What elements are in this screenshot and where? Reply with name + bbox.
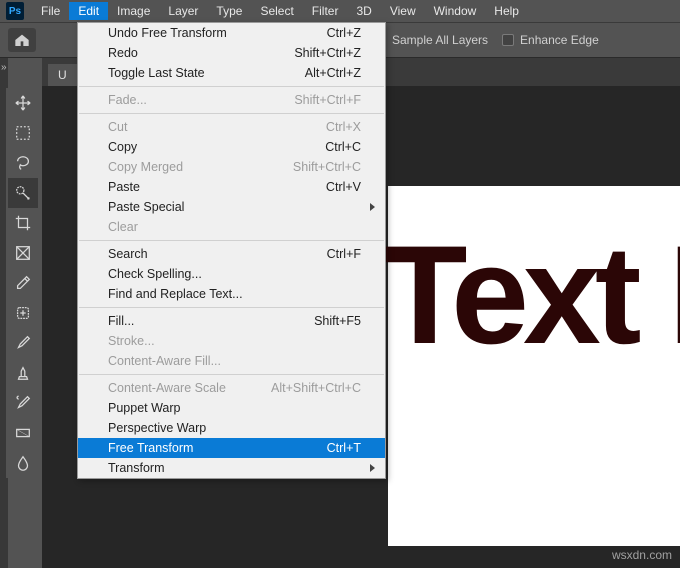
blur-tool[interactable] [8,448,38,478]
menu-item-shortcut: Ctrl+X [326,120,361,134]
crop-tool[interactable] [8,208,38,238]
menu-item-label: Content-Aware Scale [108,381,226,395]
menu-type[interactable]: Type [207,2,251,20]
menu-item-stroke: Stroke... [78,331,385,351]
pin-icon[interactable]: » [0,62,7,73]
menu-help[interactable]: Help [485,2,528,20]
menu-view[interactable]: View [381,2,425,20]
menu-item-label: Copy [108,140,137,154]
menu-edit[interactable]: Edit [69,2,108,20]
sample-all-layers-option[interactable]: Sample All Layers [374,33,488,47]
menu-item-cut: Cut Ctrl+X [78,117,385,137]
move-tool[interactable] [8,88,38,118]
checkbox-icon [502,34,514,46]
menu-item-label: Free Transform [108,441,193,455]
toolbox [6,88,40,478]
sample-all-layers-label: Sample All Layers [392,33,488,47]
menu-item-shortcut: Ctrl+F [327,247,361,261]
menu-item-shortcut: Ctrl+V [326,180,361,194]
menu-item-shortcut: Alt+Shift+Ctrl+C [271,381,361,395]
menu-item-label: Undo Free Transform [108,26,227,40]
menu-item-clear: Clear [78,217,385,237]
menu-item-redo[interactable]: Redo Shift+Ctrl+Z [78,43,385,63]
menu-item-puppet-warp[interactable]: Puppet Warp [78,398,385,418]
menu-item-fill[interactable]: Fill... Shift+F5 [78,311,385,331]
menu-separator [79,86,384,87]
quick-select-tool[interactable] [8,178,38,208]
menu-item-copy-merged: Copy Merged Shift+Ctrl+C [78,157,385,177]
enhance-edge-option[interactable]: Enhance Edge [502,33,599,47]
menu-item-shortcut: Alt+Ctrl+Z [305,66,361,80]
eyedropper-tool[interactable] [8,268,38,298]
menu-item-label: Perspective Warp [108,421,206,435]
menu-item-shortcut: Ctrl+T [327,441,361,455]
menu-item-toggle-last-state[interactable]: Toggle Last State Alt+Ctrl+Z [78,63,385,83]
menu-item-perspective-warp[interactable]: Perspective Warp [78,418,385,438]
frame-tool[interactable] [8,238,38,268]
home-button[interactable] [8,28,36,52]
menu-item-label: Redo [108,46,138,60]
menu-item-label: Cut [108,120,127,134]
enhance-edge-label: Enhance Edge [520,33,599,47]
menu-item-label: Copy Merged [108,160,183,174]
menu-item-shortcut: Shift+Ctrl+C [293,160,361,174]
menu-item-label: Stroke... [108,334,155,348]
menu-item-paste-special[interactable]: Paste Special [78,197,385,217]
menu-separator [79,374,384,375]
menu-item-check-spelling[interactable]: Check Spelling... [78,264,385,284]
menu-item-search[interactable]: Search Ctrl+F [78,244,385,264]
menu-image[interactable]: Image [108,2,159,20]
canvas[interactable]: Text L [388,186,680,546]
menu-separator [79,307,384,308]
text-layer[interactable]: Text L [382,214,680,376]
menu-file[interactable]: File [32,2,69,20]
document-tab[interactable]: U [48,64,77,86]
menu-filter[interactable]: Filter [303,2,348,20]
menu-item-label: Clear [108,220,138,234]
menu-item-fade: Fade... Shift+Ctrl+F [78,90,385,110]
menu-item-label: Transform [108,461,165,475]
healing-brush-tool[interactable] [8,298,38,328]
menu-bar: Ps FileEditImageLayerTypeSelectFilter3DV… [0,0,680,22]
history-brush-tool[interactable] [8,388,38,418]
menu-select[interactable]: Select [251,2,302,20]
menu-item-label: Find and Replace Text... [108,287,243,301]
menu-item-free-transform[interactable]: Free Transform Ctrl+T [78,438,385,458]
menu-separator [79,240,384,241]
menu-3d[interactable]: 3D [347,2,380,20]
lasso-tool[interactable] [8,148,38,178]
marquee-tool[interactable] [8,118,38,148]
menu-item-label: Search [108,247,148,261]
menu-item-shortcut: Shift+Ctrl+F [294,93,361,107]
menu-separator [79,113,384,114]
home-icon [14,33,30,47]
menu-item-label: Toggle Last State [108,66,205,80]
brush-tool[interactable] [8,328,38,358]
menu-layer[interactable]: Layer [159,2,207,20]
menu-item-paste[interactable]: Paste Ctrl+V [78,177,385,197]
gradient-tool[interactable] [8,418,38,448]
menu-item-label: Paste [108,180,140,194]
menu-item-transform[interactable]: Transform [78,458,385,478]
menu-item-shortcut: Shift+Ctrl+Z [294,46,361,60]
menu-item-shortcut: Ctrl+Z [327,26,361,40]
menu-item-label: Paste Special [108,200,184,214]
menu-item-label: Puppet Warp [108,401,181,415]
clone-stamp-tool[interactable] [8,358,38,388]
menu-item-shortcut: Shift+F5 [314,314,361,328]
menu-item-shortcut: Ctrl+C [325,140,361,154]
menu-item-label: Fill... [108,314,134,328]
menu-item-find-and-replace-text[interactable]: Find and Replace Text... [78,284,385,304]
menu-item-label: Check Spelling... [108,267,202,281]
menu-window[interactable]: Window [425,2,486,20]
menu-item-content-aware-scale: Content-Aware Scale Alt+Shift+Ctrl+C [78,378,385,398]
watermark: wsxdn.com [612,548,672,562]
menu-item-content-aware-fill: Content-Aware Fill... [78,351,385,371]
menu-item-undo-free-transform[interactable]: Undo Free Transform Ctrl+Z [78,23,385,43]
menu-item-label: Fade... [108,93,147,107]
app-logo: Ps [6,2,24,20]
edit-menu-dropdown: Undo Free Transform Ctrl+Z Redo Shift+Ctrl+… [77,22,386,479]
menu-item-copy[interactable]: Copy Ctrl+C [78,137,385,157]
menu-item-label: Content-Aware Fill... [108,354,221,368]
